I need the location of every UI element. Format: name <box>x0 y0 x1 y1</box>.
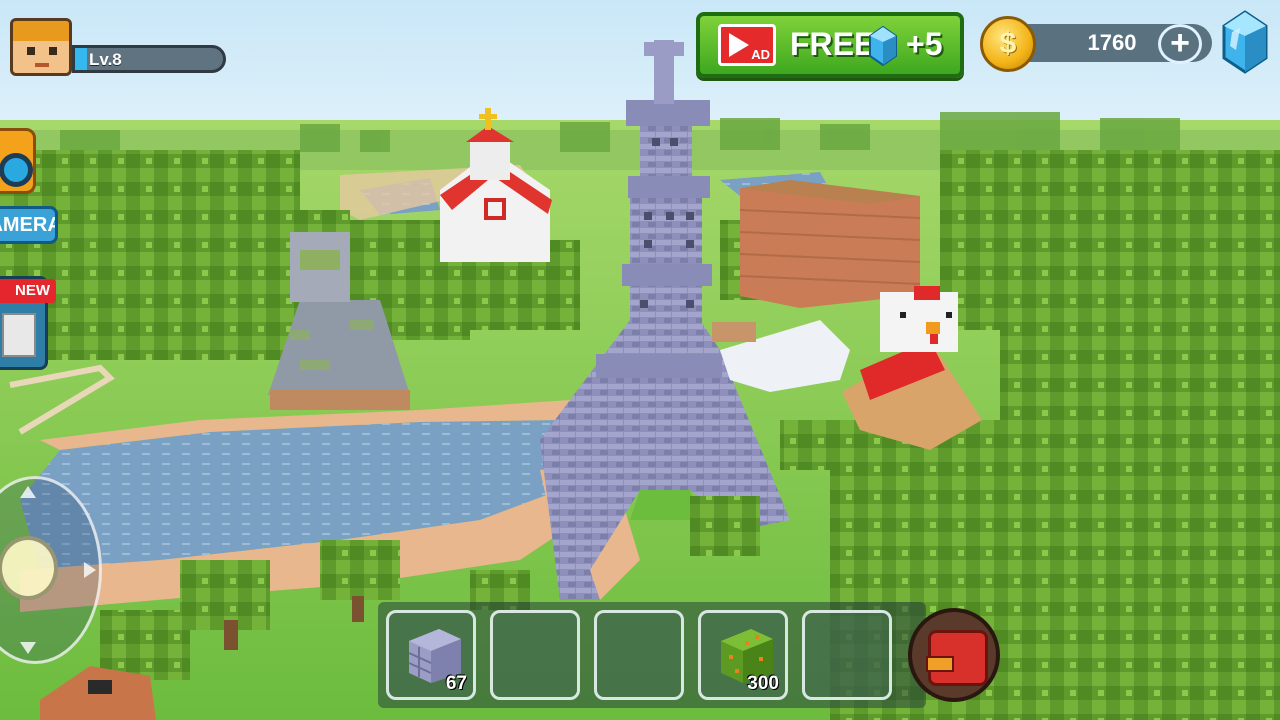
avatar-hair <box>13 21 69 41</box>
backpack-button[interactable] <box>908 608 1000 702</box>
camera-icon <box>0 128 36 194</box>
camera-lens <box>0 153 33 187</box>
camera-label-text: CAMERA <box>0 214 58 236</box>
free-gems-ad-button[interactable]: AD FREE +5 <box>696 12 964 78</box>
level-progress-fill <box>75 48 87 70</box>
coin-value: 1760 <box>1087 30 1137 55</box>
video-ad-icon: AD <box>718 24 776 66</box>
gem-icon <box>869 26 897 66</box>
blue-gem-icon[interactable] <box>1220 10 1270 74</box>
joystick-right-arrow-icon <box>84 562 96 578</box>
add-coins-button[interactable]: + <box>1158 24 1202 64</box>
backpack-pocket <box>926 656 954 672</box>
joystick-up-arrow-icon <box>20 486 36 498</box>
player-avatar[interactable] <box>10 18 72 76</box>
hotbar-slot-1[interactable]: 67 <box>386 610 476 700</box>
hotbar: 67 300 <box>378 602 926 708</box>
new-item-button[interactable]: NEW <box>0 276 56 370</box>
avatar-mouth <box>35 63 49 67</box>
camera-button[interactable] <box>0 128 36 198</box>
hotbar-slot-4[interactable]: 300 <box>698 610 788 700</box>
level-label: Lv.8 <box>89 50 122 69</box>
hotbar-slot-2[interactable] <box>490 610 580 700</box>
joystick-down-arrow-icon <box>20 642 36 654</box>
new-badge: NEW <box>0 279 56 303</box>
joystick-knob[interactable] <box>0 536 58 600</box>
free-label: FREE <box>790 26 876 62</box>
play-icon <box>729 33 749 57</box>
gold-coin-icon: $ <box>980 16 1036 72</box>
scroll-icon <box>2 313 36 357</box>
camera-label[interactable]: CAMERA <box>0 206 58 244</box>
avatar-right-eye <box>49 47 57 55</box>
movement-joystick[interactable] <box>0 476 102 664</box>
slot-4-count: 300 <box>747 673 779 694</box>
ad-label: AD <box>751 47 770 62</box>
hotbar-slot-3[interactable] <box>594 610 684 700</box>
bonus-label: +5 <box>906 26 943 62</box>
level-progress-bar: Lv.8 <box>72 45 226 73</box>
avatar-left-eye <box>27 47 35 55</box>
slot-1-count: 67 <box>445 673 467 694</box>
hotbar-slot-5[interactable] <box>802 610 892 700</box>
